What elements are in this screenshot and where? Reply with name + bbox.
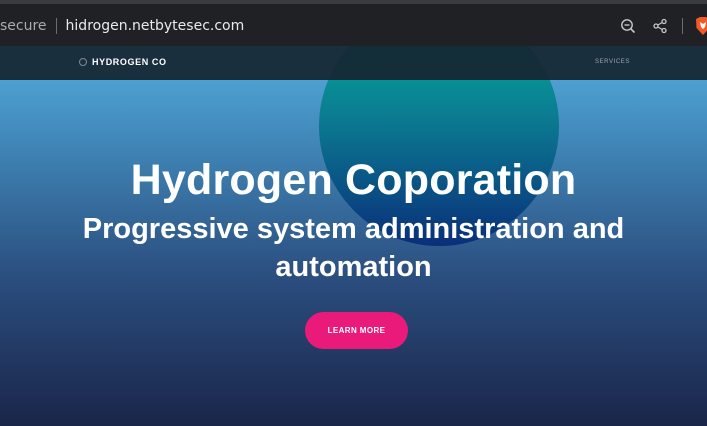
security-indicator[interactable]: secure (0, 18, 57, 34)
learn-more-button[interactable]: LEARN MORE (305, 312, 408, 349)
zoom-out-icon[interactable] (618, 16, 638, 36)
url-text[interactable]: hidrogen.netbytesec.com (57, 18, 245, 34)
toolbar-divider (682, 18, 683, 34)
site-logo[interactable]: HYDROGEN CO (79, 57, 167, 67)
brave-shield-icon[interactable] (693, 16, 707, 36)
hero-title: Hydrogen Coporation (130, 156, 577, 204)
logo-text: HYDROGEN CO (92, 57, 167, 67)
hero-subtitle: Progressive system administration and au… (82, 213, 625, 283)
site-navbar: HYDROGEN CO SERVICES (0, 46, 707, 80)
address-bar-actions (606, 14, 707, 38)
nav-link-services[interactable]: SERVICES (595, 59, 630, 65)
share-icon[interactable] (650, 16, 670, 36)
web-page: HYDROGEN CO SERVICES Hydrogen Coporation… (0, 46, 707, 426)
address-bar[interactable]: secure hidrogen.netbytesec.com (0, 12, 244, 40)
logo-ring-icon (79, 58, 87, 66)
browser-toolbar: secure hidrogen.netbytesec.com (0, 0, 707, 46)
